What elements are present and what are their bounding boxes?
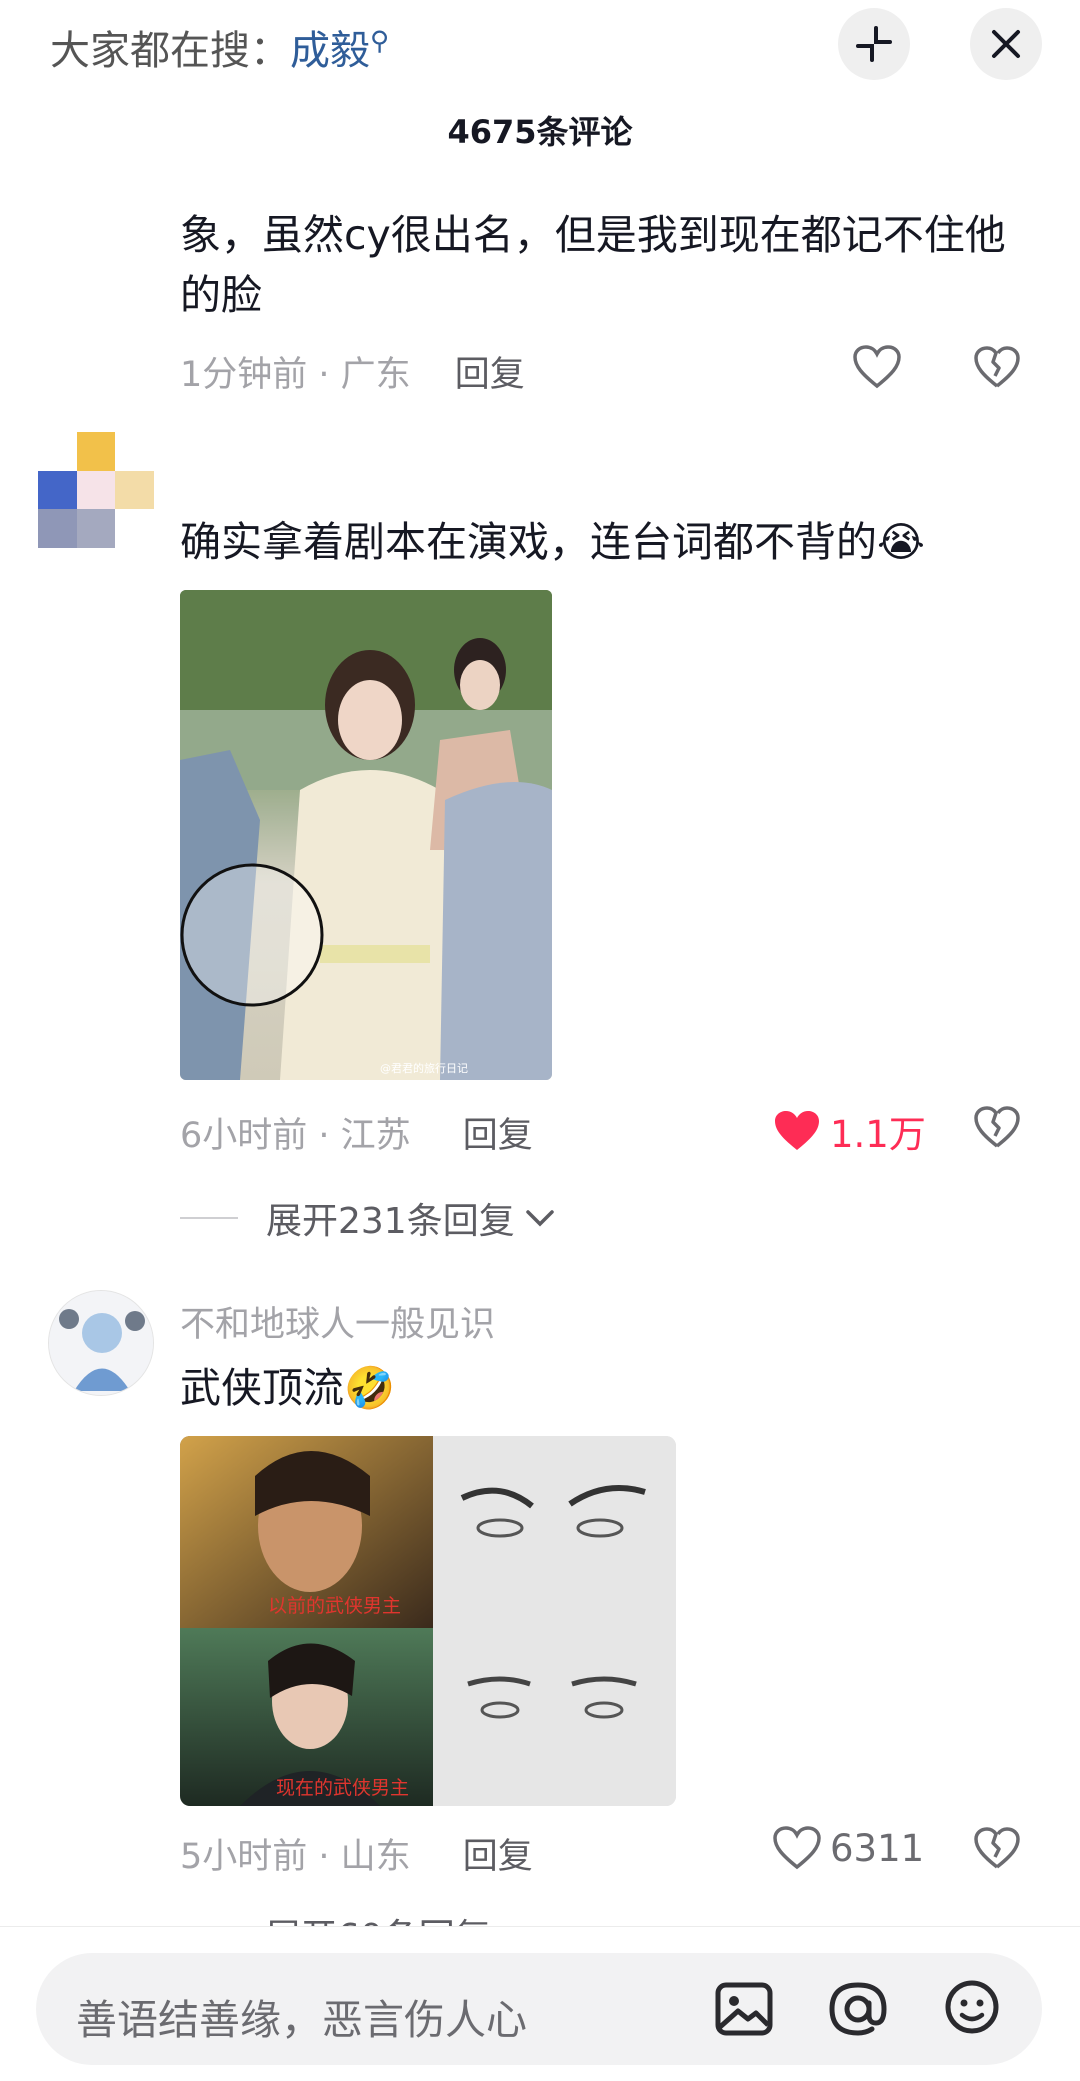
divider-line [180, 1217, 238, 1219]
like-button[interactable]: 6311 [772, 1825, 924, 1871]
comment-text: 象，虽然cy很出名，但是我到现在都记不住他的脸 [180, 211, 1006, 319]
meme-image: 以前的武侠男主 现在的武侠男主 [180, 1436, 676, 1806]
comment-meta: 5小时前 · 山东 回复 [180, 1837, 533, 1877]
chevron-down-icon [525, 1210, 554, 1227]
avatar-image [49, 1291, 153, 1395]
comment-count: 4675条评论 [447, 113, 633, 151]
expand-replies[interactable]: 展开231条回复 [180, 1192, 557, 1244]
comment-text: 确实拿着剧本在演戏，连台词都不背的😭 [180, 518, 925, 566]
collapse-button[interactable] [838, 8, 910, 80]
comment-location: 江苏 [340, 1116, 411, 1156]
top-bar: 大家都在搜：成毅⚲ [0, 0, 1080, 95]
broken-heart-icon[interactable] [974, 1825, 1020, 1871]
comment-meta: 6小时前 · 江苏 回复 [180, 1116, 533, 1156]
broken-heart-icon[interactable] [974, 1104, 1020, 1150]
comment-time: 6小时前 [180, 1116, 308, 1156]
comment-time: 1分钟前 [180, 355, 308, 395]
comment-text: 武侠顶流🤣 [180, 1364, 396, 1412]
close-icon [992, 30, 1020, 58]
avatar[interactable] [38, 432, 154, 548]
heart-icon [853, 345, 901, 389]
search-label: 大家都在搜： [50, 28, 290, 74]
username[interactable]: 不和地球人一般见识 [180, 1296, 495, 1347]
image-icon[interactable] [712, 1977, 776, 2041]
image-caption: 以前的武侠男主 [268, 1595, 401, 1617]
heart-icon [775, 1111, 819, 1150]
collapse-icon [856, 26, 892, 62]
reply-button[interactable]: 回复 [463, 1116, 533, 1156]
drama-still-image: @君君的旅行日记 [180, 590, 552, 1080]
hot-search-hint[interactable]: 大家都在搜：成毅⚲ [50, 18, 389, 76]
like-count: 1.1万 [830, 1113, 926, 1156]
at-icon[interactable] [826, 1977, 890, 2041]
comment-image[interactable]: 以前的武侠男主 现在的武侠男主 [180, 1436, 676, 1806]
close-button[interactable] [970, 8, 1042, 80]
image-caption: 现在的武侠男主 [276, 1777, 409, 1799]
like-button[interactable]: 1.1万 [772, 1104, 926, 1158]
broken-heart-icon[interactable] [974, 344, 1020, 390]
comment-image[interactable]: @君君的旅行日记 [180, 590, 552, 1080]
avatar[interactable] [48, 1290, 154, 1396]
comment-time: 5小时前 [180, 1837, 308, 1877]
image-watermark: @君君的旅行日记 [380, 1061, 468, 1075]
comment-location: 山东 [340, 1837, 411, 1877]
comment-input-bar: 善语结善缘，恶言伤人心 [0, 1926, 1080, 2081]
search-keyword[interactable]: 成毅 [290, 28, 370, 74]
comment-input[interactable]: 善语结善缘，恶言伤人心 [36, 1953, 1042, 2065]
like-button[interactable] [852, 344, 902, 390]
reply-button[interactable]: 回复 [463, 1837, 533, 1877]
comment-location: 广东 [340, 355, 411, 395]
expand-label: 展开231条回复 [266, 1201, 515, 1242]
emoji-icon[interactable] [940, 1977, 1004, 2041]
like-count: 6311 [830, 1826, 925, 1870]
heart-icon [773, 1826, 821, 1870]
comment-meta: 1分钟前 · 广东 回复 [180, 355, 525, 395]
comment-input-placeholder: 善语结善缘，恶言伤人心 [76, 1996, 527, 2044]
search-icon: ⚲ [370, 26, 390, 57]
reply-button[interactable]: 回复 [455, 355, 525, 395]
